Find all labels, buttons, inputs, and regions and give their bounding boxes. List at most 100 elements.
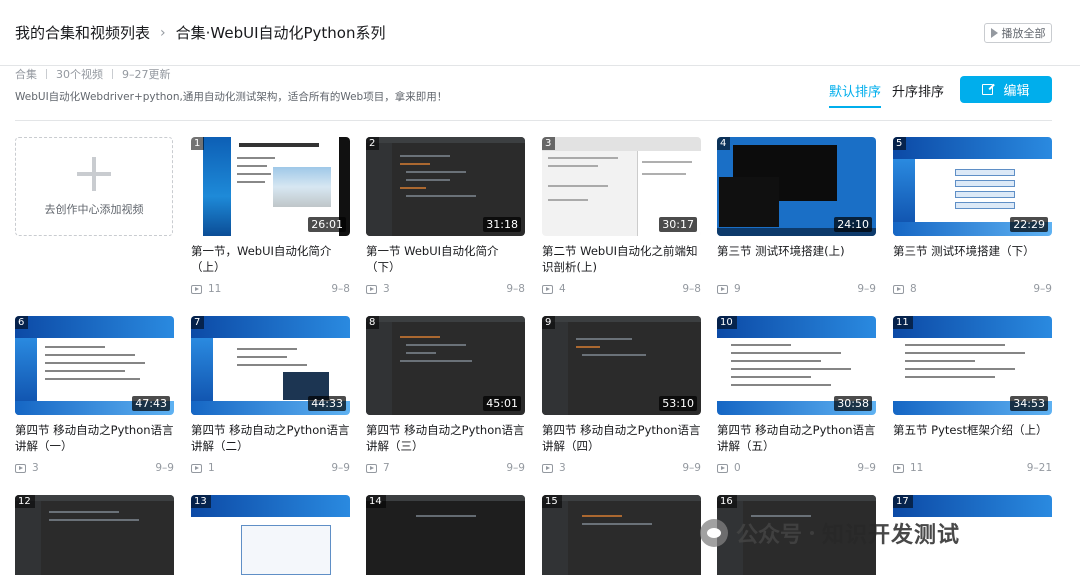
video-card[interactable]: 6 47:43 第四节 移动自动之Python语言讲解（一） 3 9–9 (15, 316, 174, 474)
play-count: 3 (383, 283, 390, 295)
play-count: 11 (910, 462, 924, 474)
plus-icon (77, 156, 111, 191)
video-thumbnail[interactable]: 9 53:10 (542, 316, 701, 415)
add-video-card[interactable]: 去创作中心添加视频 (15, 137, 173, 236)
video-title[interactable]: 第四节 移动自动之Python语言讲解（二） (191, 422, 350, 454)
video-title[interactable]: 第三节 测试环境搭建(上) (717, 243, 876, 275)
play-count-icon (15, 463, 26, 473)
upload-date: 9–21 (1026, 462, 1052, 474)
video-title[interactable]: 第四节 移动自动之Python语言讲解（五） (717, 422, 876, 454)
collection-description: WebUI自动化Webdriver+python,通用自动化测试架构，适合所有的… (15, 91, 448, 103)
video-title[interactable]: 第四节 移动自动之Python语言讲解（三） (366, 422, 525, 454)
video-thumbnail[interactable]: 8 45:01 (366, 316, 525, 415)
sort-ascending-tab[interactable]: 升序排序 (892, 81, 944, 100)
video-thumbnail[interactable]: 4 24:10 (717, 137, 876, 236)
video-thumbnail[interactable]: 12 (15, 495, 174, 575)
video-card[interactable]: 5 22:29 第三节 测试环境搭建（下） 8 9–9 (893, 137, 1052, 295)
video-index: 8 (366, 316, 380, 329)
video-index: 1 (191, 137, 205, 150)
video-index: 15 (542, 495, 562, 508)
video-duration: 53:10 (659, 396, 697, 411)
breadcrumb-root[interactable]: 我的合集和视频列表 (15, 22, 150, 43)
video-index: 13 (191, 495, 211, 508)
video-stats: 0 9–9 (717, 462, 876, 474)
video-card[interactable]: 14 (366, 495, 525, 575)
edit-icon (982, 84, 994, 95)
chevron-right-icon: › (160, 24, 166, 41)
video-duration: 30:58 (834, 396, 872, 411)
video-card[interactable]: 7 44:33 第四节 移动自动之Python语言讲解（二） 1 9–9 (191, 316, 350, 474)
video-title[interactable]: 第二节 WebUI自动化之前端知识剖析(上) (542, 243, 701, 275)
video-stats: 11 9–21 (893, 462, 1052, 474)
video-thumbnail[interactable]: 5 22:29 (893, 137, 1052, 236)
video-index: 6 (15, 316, 29, 329)
edit-label: 编辑 (1003, 84, 1030, 99)
upload-date: 9–9 (1033, 283, 1052, 295)
video-count: 30个视频 (56, 68, 103, 81)
divider (15, 120, 1052, 121)
video-title[interactable]: 第三节 测试环境搭建（下） (893, 243, 1052, 275)
play-count: 1 (208, 462, 215, 474)
video-card[interactable]: 15 (542, 495, 701, 575)
video-duration: 31:18 (483, 217, 521, 232)
video-card[interactable]: 13 (191, 495, 350, 575)
video-title[interactable]: 第一节 WebUI自动化简介（下） (366, 243, 525, 275)
video-duration: 44:33 (308, 396, 346, 411)
video-card[interactable]: 10 30:58 第四节 移动自动之Python语言讲解（五） 0 9–9 (717, 316, 876, 474)
play-count: 3 (32, 462, 39, 474)
video-index: 10 (717, 316, 737, 329)
video-thumbnail[interactable]: 13 (191, 495, 350, 575)
video-index: 16 (717, 495, 737, 508)
video-stats: 11 9–8 (191, 283, 350, 295)
play-count-icon (717, 284, 728, 294)
video-index: 11 (893, 316, 913, 329)
video-title[interactable]: 第四节 移动自动之Python语言讲解（四） (542, 422, 701, 454)
video-card[interactable]: 8 45:01 第四节 移动自动之Python语言讲解（三） 7 9–9 (366, 316, 525, 474)
video-card[interactable]: 9 53:10 第四节 移动自动之Python语言讲解（四） 3 9–9 (542, 316, 701, 474)
upload-date: 9–9 (331, 462, 350, 474)
video-title[interactable]: 第五节 Pytest框架介绍（上） (893, 422, 1052, 454)
video-card[interactable]: 2 31:18 第一节 WebUI自动化简介（下） 3 9–8 (366, 137, 525, 295)
meta-divider (112, 69, 113, 79)
add-video-label: 去创作中心添加视频 (44, 202, 144, 216)
video-index: 2 (366, 137, 380, 150)
upload-date: 9–8 (506, 283, 525, 295)
video-card[interactable]: 4 24:10 第三节 测试环境搭建(上) 9 9–9 (717, 137, 876, 295)
edit-button[interactable]: 编辑 (960, 76, 1052, 103)
video-thumbnail[interactable]: 3 30:17 (542, 137, 701, 236)
meta-divider (46, 69, 47, 79)
sort-default-tab[interactable]: 默认排序 (829, 81, 882, 108)
video-thumbnail[interactable]: 14 (366, 495, 525, 575)
video-card[interactable]: 3 30:17 第二节 WebUI自动化之前端知识剖析(上) 4 9–8 (542, 137, 701, 295)
video-index: 12 (15, 495, 35, 508)
video-thumbnail[interactable]: 7 44:33 (191, 316, 350, 415)
watermark-dot (810, 531, 815, 535)
video-card[interactable]: 12 (15, 495, 174, 575)
upload-date: 9–9 (682, 462, 701, 474)
video-thumbnail[interactable]: 10 30:58 (717, 316, 876, 415)
video-duration: 24:10 (834, 217, 872, 232)
video-thumbnail[interactable]: 2 31:18 (366, 137, 525, 236)
play-count-icon (366, 284, 377, 294)
video-card[interactable]: 11 34:53 第五节 Pytest框架介绍（上） 11 9–21 (893, 316, 1052, 474)
watermark: 公众号 知识开发测试 (700, 508, 1060, 558)
video-thumbnail[interactable]: 6 47:43 (15, 316, 174, 415)
play-count-icon (542, 284, 553, 294)
play-all-button[interactable]: 播放全部 (984, 23, 1052, 43)
video-thumbnail[interactable]: 11 34:53 (893, 316, 1052, 415)
video-stats: 7 9–9 (366, 462, 525, 474)
video-title[interactable]: 第一节，WebUI自动化简介（上） (191, 243, 350, 275)
video-stats: 3 9–8 (366, 283, 525, 295)
video-duration: 22:29 (1010, 217, 1048, 232)
video-thumbnail[interactable]: 15 (542, 495, 701, 575)
play-count-icon (191, 463, 202, 473)
video-card[interactable]: 1 26:01 第一节，WebUI自动化简介（上） 11 9–8 (191, 137, 350, 295)
top-bar: 我的合集和视频列表 › 合集·WebUI自动化Python系列 播放全部 (0, 0, 1080, 66)
video-index: 17 (893, 495, 913, 508)
video-duration: 47:43 (132, 396, 170, 411)
upload-date: 9–8 (682, 283, 701, 295)
video-thumbnail[interactable]: 1 26:01 (191, 137, 350, 236)
video-stats: 9 9–9 (717, 283, 876, 295)
video-duration: 45:01 (483, 396, 521, 411)
video-title[interactable]: 第四节 移动自动之Python语言讲解（一） (15, 422, 174, 454)
